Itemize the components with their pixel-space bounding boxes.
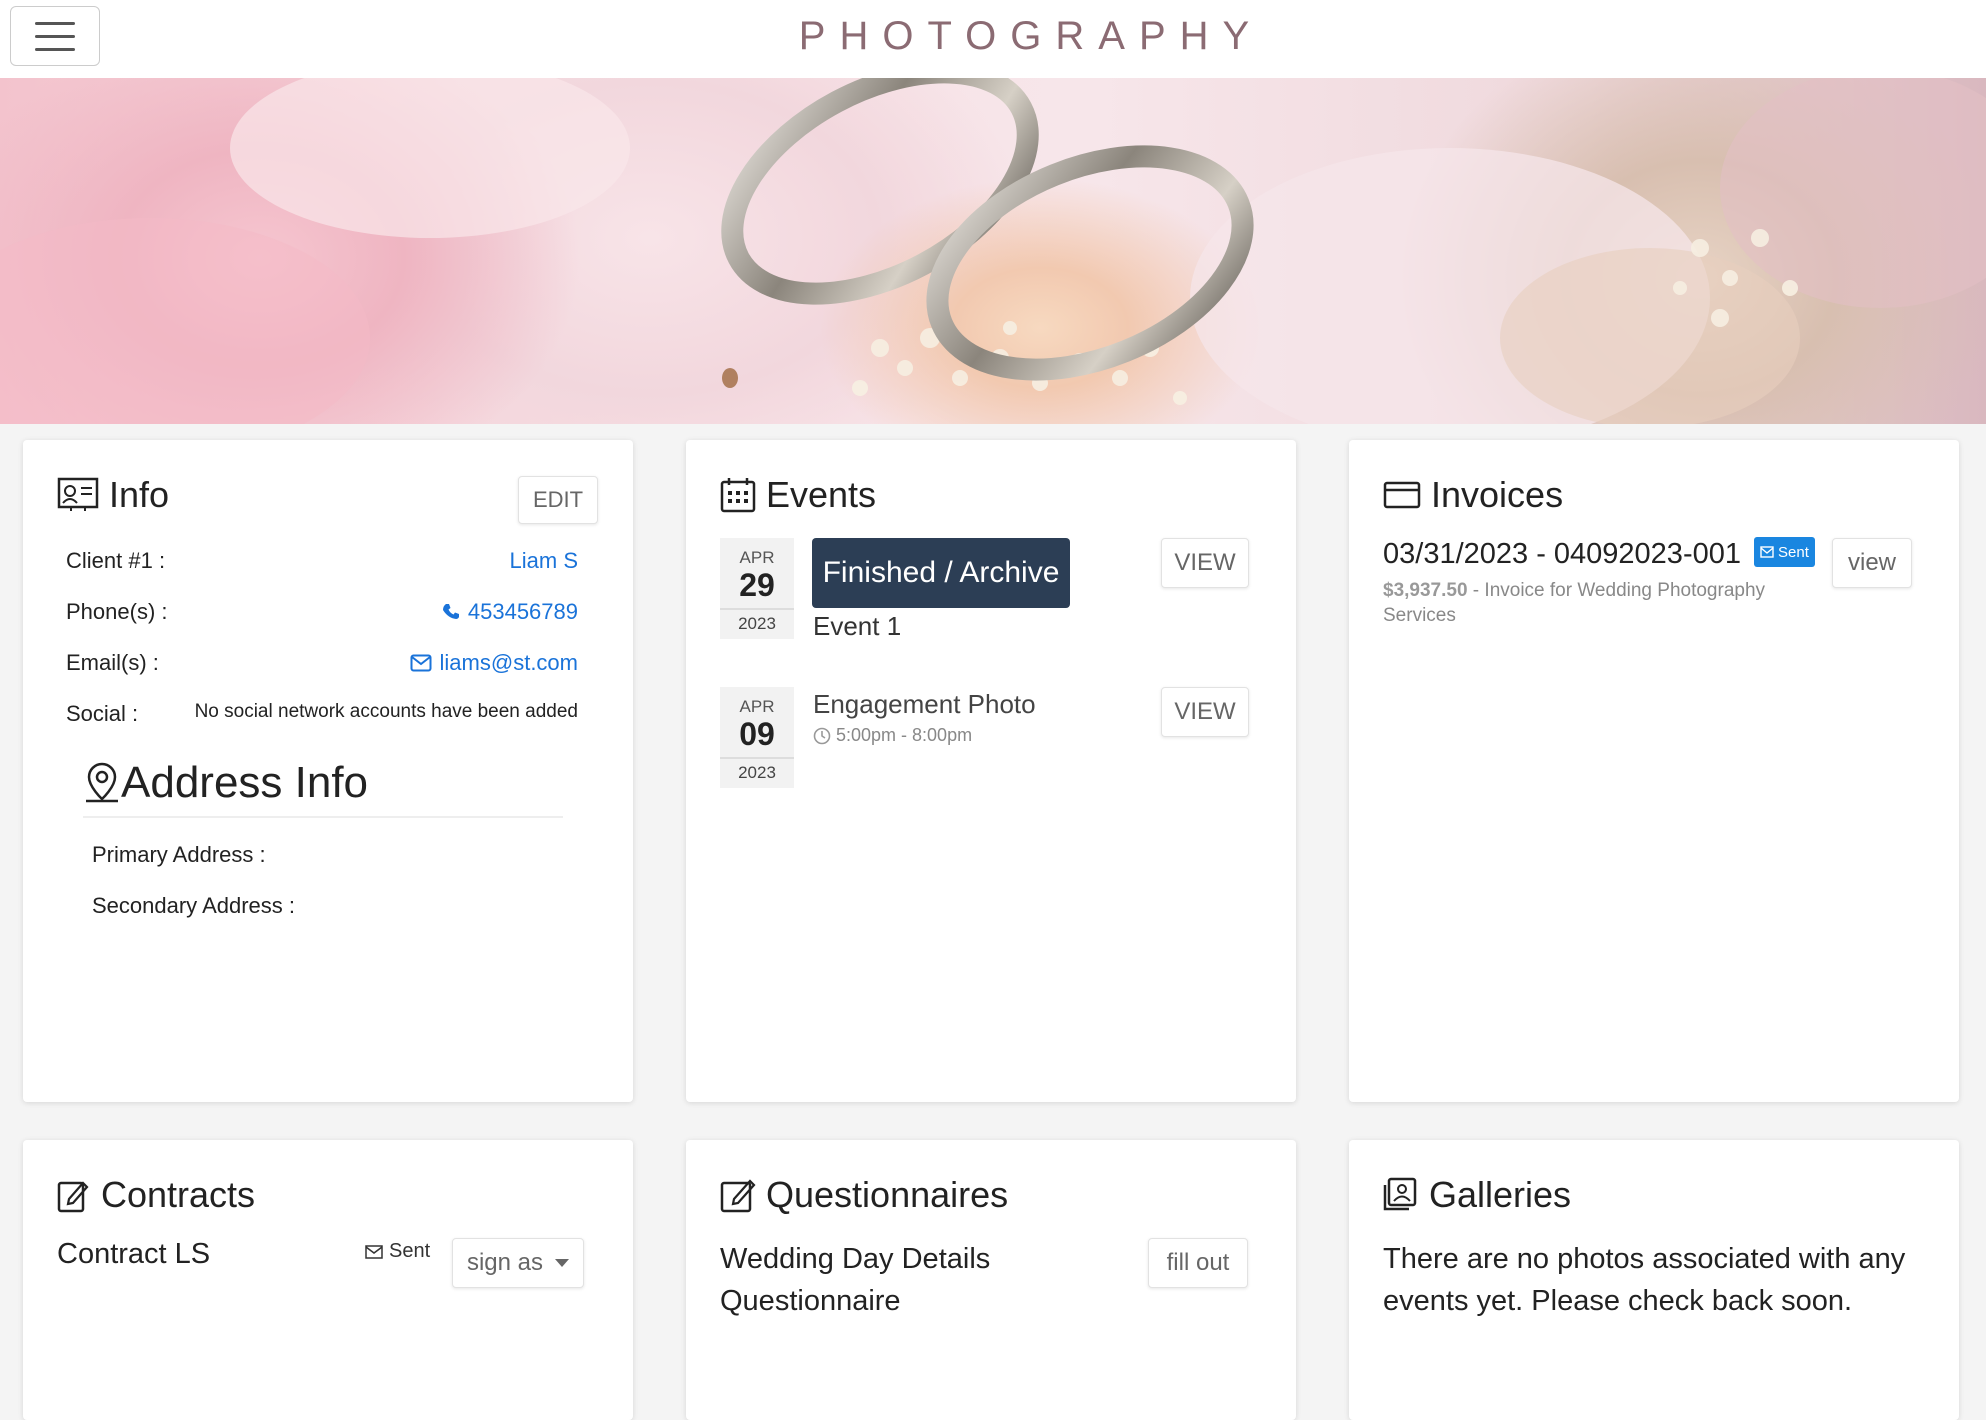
invoice-amount: $3,937.50 <box>1383 580 1468 601</box>
invoices-title-text: Invoices <box>1431 474 1564 515</box>
galleries-title-text: Galleries <box>1429 1174 1572 1215</box>
id-card-icon <box>57 477 99 511</box>
invoice-sent-badge: Sent <box>1754 537 1815 567</box>
secondary-address-label: Secondary Address : <box>92 893 296 918</box>
events-title: Events <box>720 474 876 516</box>
contracts-title: Contracts <box>57 1174 255 1216</box>
event-name[interactable]: Event 1 <box>813 611 901 642</box>
email-value: liams@st.com <box>439 650 578 675</box>
wedding-rings-illustration <box>0 78 1986 424</box>
social-label: Social : <box>66 701 139 726</box>
email-label: Email(s) : <box>66 650 159 675</box>
sign-as-label: sign as <box>466 1249 544 1276</box>
contract-name[interactable]: Contract LS <box>57 1238 210 1271</box>
invoices-card: Invoices 03/31/2023 - 04092023-001 Sent … <box>1349 440 1959 1102</box>
contracts-title-text: Contracts <box>101 1174 256 1215</box>
address-info-section: Address Info <box>83 758 563 818</box>
invoice-heading[interactable]: 03/31/2023 - 04092023-001 <box>1383 538 1741 571</box>
info-card: Info EDIT Client #1 : Liam S Phone(s) : … <box>23 440 633 1102</box>
invoice-sent-text: Sent <box>1778 543 1809 561</box>
event-year: 2023 <box>720 608 794 639</box>
event-day: 09 <box>739 716 775 752</box>
phone-value: 453456789 <box>467 599 578 624</box>
questionnaire-name[interactable]: Wedding Day Details Questionnaire <box>720 1238 1060 1322</box>
galleries-empty-message: There are no photos associated with any … <box>1383 1243 1906 1317</box>
hero-banner-image <box>0 78 1986 424</box>
contract-status-text: Sent <box>389 1240 431 1262</box>
client-name-link[interactable]: Liam S <box>510 548 578 574</box>
phone-label: Phone(s) : <box>66 599 168 624</box>
events-title-text: Events <box>766 474 877 515</box>
event-status-badge: Finished / Archive <box>812 538 1070 608</box>
questionnaires-title-text: Questionnaires <box>766 1174 1009 1215</box>
client-label: Client #1 : <box>66 548 166 573</box>
social-value: No social network accounts have been add… <box>194 701 578 722</box>
envelope-icon <box>1760 546 1774 558</box>
address-info-title: Address Info <box>121 758 369 807</box>
event-day: 29 <box>739 567 775 603</box>
top-bar: PHOTOGRAPHY <box>0 0 1986 78</box>
event-time-row: 5:00pm - 8:00pm <box>813 725 972 746</box>
galleries-card: Galleries There are no photos associated… <box>1349 1140 1959 1420</box>
event-view-button[interactable]: VIEW <box>1161 687 1249 737</box>
primary-address-label: Primary Address : <box>92 842 266 867</box>
brand-title: PHOTOGRAPHY <box>798 14 1264 58</box>
calendar-icon <box>720 478 756 513</box>
questionnaires-card: Questionnaires Wedding Day Details Quest… <box>686 1140 1296 1420</box>
event-name[interactable]: Engagement Photo <box>813 689 1036 720</box>
map-pin-icon <box>86 762 118 803</box>
caret-down-icon <box>555 1259 570 1267</box>
questionnaires-title: Questionnaires <box>720 1174 1008 1216</box>
phone-icon <box>442 604 459 619</box>
fill-out-button[interactable]: fill out <box>1148 1238 1248 1288</box>
event-year: 2023 <box>720 757 794 788</box>
contract-edit-icon <box>57 1181 89 1213</box>
galleries-title: Galleries <box>1383 1174 1571 1216</box>
info-title: Info <box>57 474 169 516</box>
invoice-details: $3,937.50 - Invoice for Wedding Photogra… <box>1383 578 1823 628</box>
photo-gallery-icon <box>1383 1177 1417 1211</box>
clock-icon <box>813 727 831 744</box>
email-link[interactable]: liams@st.com <box>410 650 578 676</box>
event-month: APR <box>739 697 775 716</box>
invoices-title: Invoices <box>1383 474 1563 516</box>
edit-button[interactable]: EDIT <box>518 476 598 524</box>
event-time: 5:00pm - 8:00pm <box>836 725 973 745</box>
invoice-view-button[interactable]: view <box>1832 538 1912 588</box>
event-date-box: APR 09 2023 <box>720 687 794 788</box>
envelope-icon <box>365 1244 383 1259</box>
envelope-icon <box>410 654 432 672</box>
event-date-box: APR 29 2023 <box>720 538 794 639</box>
info-title-text: Info <box>109 474 170 515</box>
credit-card-icon <box>1383 481 1421 509</box>
phone-link[interactable]: 453456789 <box>442 599 578 625</box>
pencil-square-icon <box>720 1179 756 1213</box>
event-view-button[interactable]: VIEW <box>1161 538 1249 588</box>
sign-as-dropdown[interactable]: sign as <box>452 1238 584 1288</box>
event-month: APR <box>739 548 775 567</box>
contracts-card: Contracts Contract LS Sent sign as <box>23 1140 633 1420</box>
contract-status: Sent <box>365 1240 430 1263</box>
events-card: Events APR 29 2023 Finished / Archive Ev… <box>686 440 1296 1102</box>
